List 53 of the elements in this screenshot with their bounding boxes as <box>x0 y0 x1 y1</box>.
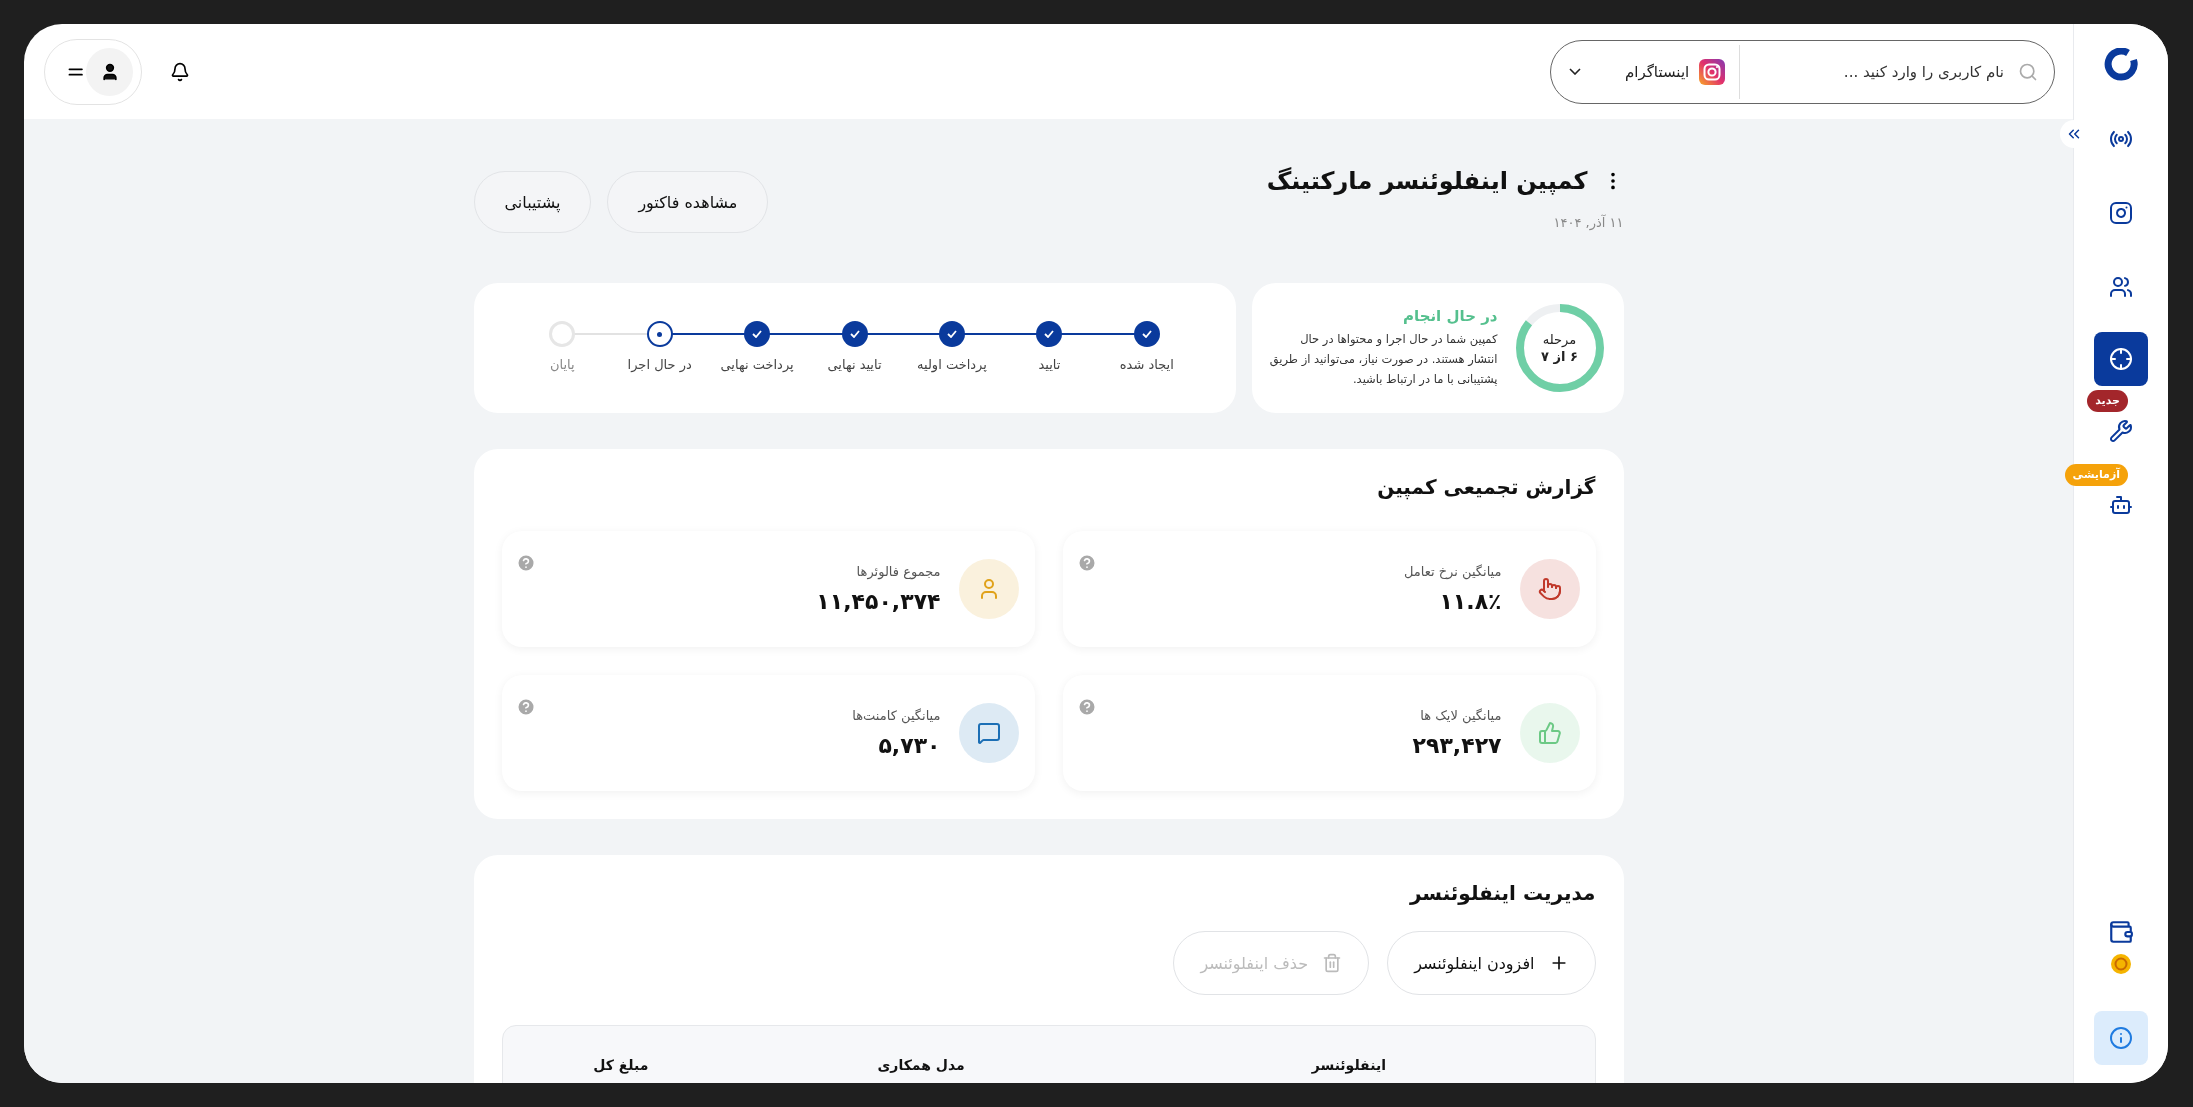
stat-value: ۵,۷۳۰ <box>878 733 941 758</box>
step-caption: مرحله <box>1542 332 1577 347</box>
logo-icon <box>2104 48 2138 82</box>
step-label: پایان <box>549 357 575 372</box>
stat-label: میانگین کامنت‌ها <box>852 708 941 723</box>
check-icon <box>1141 330 1152 338</box>
section-title: مدیریت اینفلوئنسر <box>1408 881 1596 905</box>
column-header: مدل همکاری <box>876 1057 966 1073</box>
sidebar-item[interactable] <box>2094 332 2148 386</box>
step-label: تایید نهایی <box>827 357 882 372</box>
stat-label: مجموع فالوئرها <box>856 564 941 579</box>
sidebar-badge: آزمایشی <box>2064 464 2128 486</box>
info-icon <box>2109 1026 2133 1050</box>
page-title: کمپین اینفلوئنسر مارکتینگ <box>1266 167 1588 195</box>
stat-value: ۱۱.۸٪ <box>1439 589 1502 614</box>
column-header: اینفلوئنسر <box>1310 1057 1387 1073</box>
step-label: تایید <box>1038 357 1061 372</box>
platform-dropdown[interactable]: اینستاگرام <box>1569 58 1726 85</box>
add-button[interactable]: افزودن اینفلوئنسر <box>1387 931 1596 995</box>
trash-icon <box>1322 953 1343 973</box>
instagram-icon <box>2109 201 2133 225</box>
tools-icon <box>2109 419 2133 443</box>
notification-icon[interactable] <box>170 61 190 82</box>
status-title: در حال انجام <box>1402 306 1498 325</box>
check-icon <box>849 330 860 338</box>
chevron-down-icon <box>1569 68 1581 75</box>
check-icon <box>1044 330 1055 338</box>
step-label: پرداخت اولیه <box>917 357 987 372</box>
step-count: ۶ از ۷ <box>1541 349 1578 364</box>
sidebar-badge: جدید <box>2087 390 2128 412</box>
section-title: گزارش تجمیعی کمپین <box>1376 475 1596 499</box>
check-icon <box>752 330 763 338</box>
stat-label: میانگین لایک ها <box>1420 708 1502 723</box>
stat-value: ۱۱,۴۵۰,۳۷۴ <box>816 589 941 614</box>
step-label: ایجاد شده <box>1119 357 1174 372</box>
stat-label: میانگین نرخ تعامل <box>1403 564 1502 579</box>
campaign-date: ۱۱ آذر, ۱۴۰۴ <box>1552 215 1624 230</box>
header-button[interactable]: مشاهده فاکتور <box>607 171 769 233</box>
status-text: کمپین شما در حال اجرا و محتواها در حال انتشار هستند. در صورت نیاز، می‌توانید از طریق پشتیبانی با ما در ارتباط باشید. <box>1269 330 1498 389</box>
instagram-icon <box>1699 58 1726 85</box>
step-label: در حال اجرا <box>627 357 692 372</box>
step-label: پرداخت نهایی <box>720 357 794 372</box>
coin-icon <box>2110 953 2132 975</box>
check-icon <box>946 330 957 338</box>
column-header: مبلغ کل <box>592 1057 650 1073</box>
users-icon <box>2109 275 2133 299</box>
robot-icon <box>2109 493 2133 517</box>
info-button[interactable] <box>2094 1011 2148 1065</box>
target-icon <box>2109 347 2133 371</box>
search-icon <box>2018 61 2038 82</box>
header-button[interactable]: پشتیبانی <box>473 171 592 233</box>
wallet-icon[interactable] <box>2108 919 2134 945</box>
stat-value: ۲۹۳,۴۲۷ <box>1412 733 1502 758</box>
